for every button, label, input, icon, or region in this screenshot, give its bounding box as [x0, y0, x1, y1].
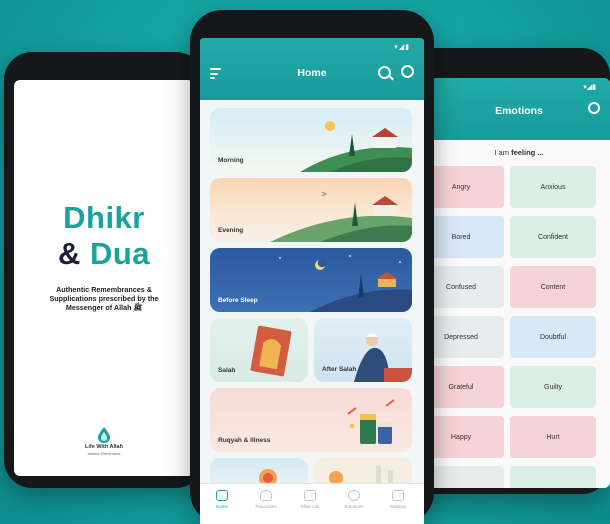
brand-name: Life With Allah: [85, 444, 123, 450]
box-icon: [392, 490, 404, 501]
card-evening[interactable]: Evening: [210, 178, 412, 242]
search-icon[interactable]: [378, 66, 391, 79]
emotion-button[interactable]: Confused: [428, 266, 504, 308]
home-icon: [216, 490, 228, 501]
home-header: ▾◢▮ Home: [200, 38, 424, 100]
app-title-dua-word: Dua: [89, 236, 151, 271]
emotion-button[interactable]: Anxious: [510, 166, 596, 208]
nav-settings[interactable]: Settings: [376, 490, 420, 509]
emotion-button-partial[interactable]: [510, 466, 596, 488]
home-phone: ▾◢▮ Home Morning Evening Before Sleep Sa…: [190, 10, 434, 524]
card-label: Morning: [218, 157, 244, 164]
emotion-button[interactable]: Happy: [428, 416, 504, 458]
emotion-button[interactable]: Angry: [428, 166, 504, 208]
status-bar-icons: ▾◢▮: [394, 44, 410, 51]
card-before-sleep[interactable]: Before Sleep: [210, 248, 412, 312]
card-morning[interactable]: Morning: [210, 108, 412, 172]
emotions-header: ▾◢▮ Emotions: [428, 78, 610, 140]
app-title-dua: & Dua: [14, 236, 194, 272]
emotions-phone: ▾◢▮ Emotions I am feeling ... Angry Anxi…: [406, 48, 610, 494]
card-after-salah[interactable]: After Salah: [314, 318, 412, 382]
card-label: After Salah: [322, 366, 357, 373]
status-bar-icons: ▾◢▮: [583, 84, 596, 91]
smiley-icon: [348, 490, 360, 501]
card-label: Ruqyah & Illness: [218, 437, 271, 444]
splash-screen: Dhikr & Dua Authentic Remembrances & Sup…: [14, 80, 194, 476]
emotion-button[interactable]: Grateful: [428, 366, 504, 408]
nav-emotions[interactable]: Emotions: [332, 490, 376, 509]
bottom-navigation: Home Favourites Dhikr List Emotions Sett…: [200, 483, 424, 524]
card-ruqyah[interactable]: Ruqyah & Illness: [210, 388, 412, 452]
feeling-prompt: I am feeling ...: [494, 148, 544, 157]
nav-favourites[interactable]: Favourites: [244, 490, 288, 509]
app-title-ampersand: &: [57, 236, 81, 271]
emotions-screen: ▾◢▮ Emotions I am feeling ... Angry Anxi…: [428, 78, 610, 488]
nav-home[interactable]: Home: [200, 490, 244, 509]
home-screen: ▾◢▮ Home Morning Evening Before Sleep Sa…: [200, 38, 424, 524]
brand-subtitle: Islamic Reminders: [87, 451, 121, 456]
emotion-button[interactable]: Bored: [428, 216, 504, 258]
splash-phone: Dhikr & Dua Authentic Remembrances & Sup…: [4, 52, 204, 488]
app-tagline: Authentic Remembrances & Supplications p…: [49, 285, 159, 312]
heart-icon: [260, 490, 272, 501]
nav-dhikr-list[interactable]: Dhikr List: [288, 490, 332, 509]
settings-gear-icon[interactable]: [588, 102, 600, 114]
emotion-button[interactable]: Confident: [510, 216, 596, 258]
app-title-dhikr: Dhikr: [63, 200, 145, 235]
emotion-button[interactable]: Depressed: [428, 316, 504, 358]
card-label: Salah: [218, 367, 236, 374]
emotion-button[interactable]: Guilty: [510, 366, 596, 408]
emotions-title: Emotions: [495, 105, 543, 117]
card-label: Evening: [218, 227, 244, 234]
emotion-button-partial[interactable]: [428, 466, 504, 488]
settings-gear-icon[interactable]: [401, 65, 414, 78]
card-label: Before Sleep: [218, 297, 258, 304]
emotion-button[interactable]: Content: [510, 266, 596, 308]
emotion-button[interactable]: Hurt: [510, 416, 596, 458]
document-icon: [304, 490, 316, 501]
emotion-button[interactable]: Doubtful: [510, 316, 596, 358]
brand-drop-icon: [98, 427, 110, 443]
card-salah[interactable]: Salah: [210, 318, 308, 382]
